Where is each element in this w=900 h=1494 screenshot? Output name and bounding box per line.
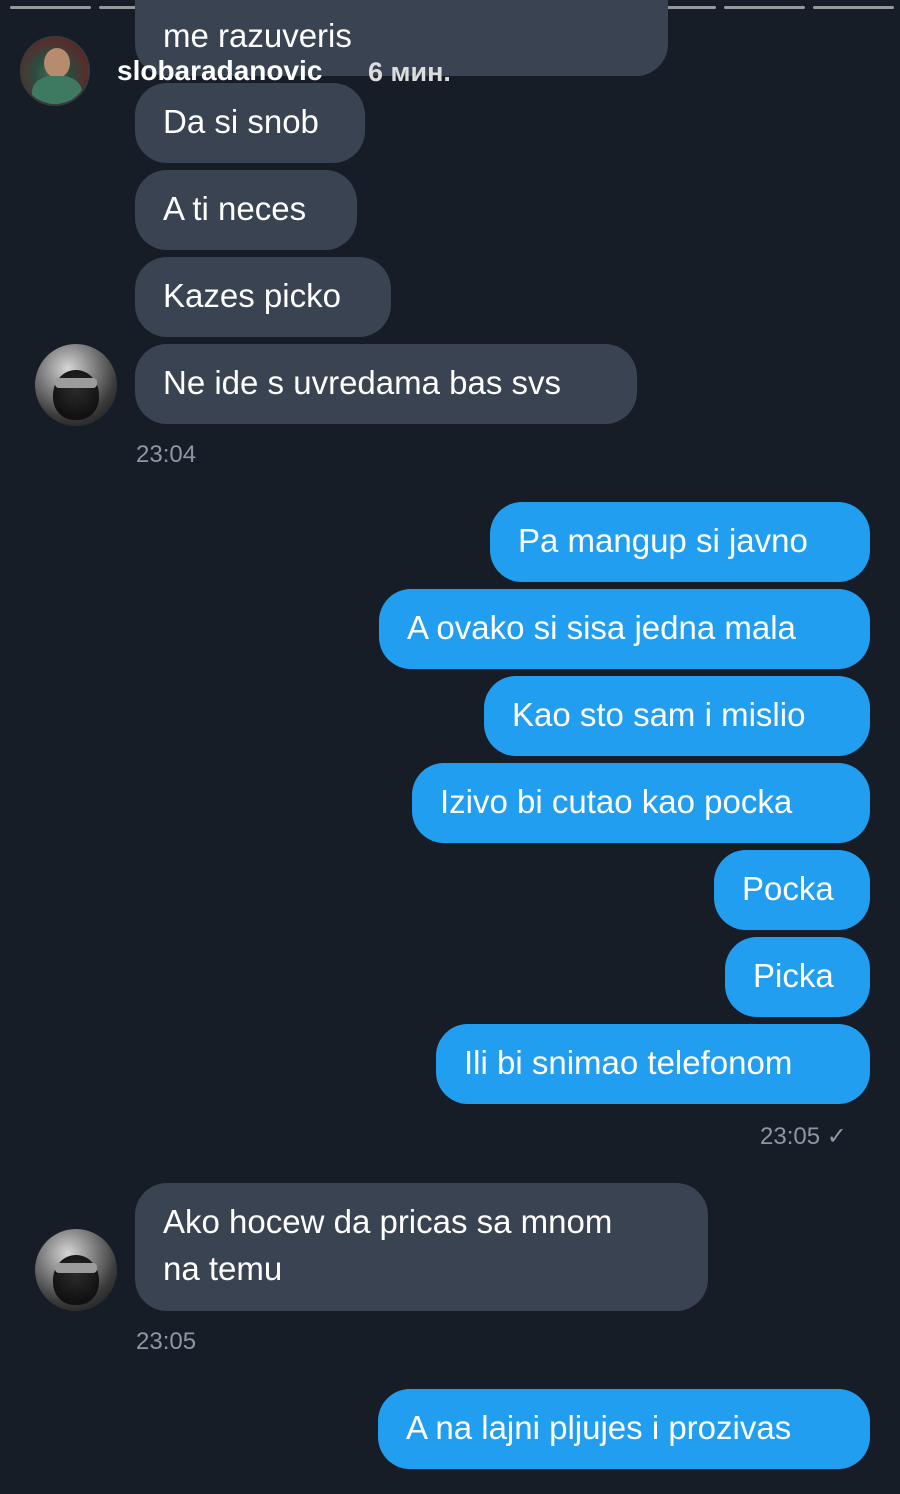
contact-avatar-icon[interactable] xyxy=(35,1229,117,1311)
timestamp-text: 23:05 xyxy=(760,1123,821,1150)
message-incoming[interactable]: Da si snob xyxy=(135,83,365,163)
message-outgoing[interactable]: Kao sto sam i mislio xyxy=(484,676,870,756)
message-text: me razuveris xyxy=(163,17,352,54)
message-text: A ti neces xyxy=(163,190,307,227)
message-incoming[interactable]: A ti neces xyxy=(135,170,357,250)
message-outgoing[interactable]: A na lajni pljujes i prozivas xyxy=(378,1389,870,1469)
message-text-line: Ako hocew da pricas sa mnom xyxy=(163,1203,613,1240)
message-timestamp: 23:05 xyxy=(136,1328,197,1355)
message-incoming[interactable]: Ne ide s uvredama bas svs xyxy=(135,344,637,424)
message-outgoing[interactable]: Picka xyxy=(725,937,870,1017)
message-text: Pocka xyxy=(742,870,834,907)
message-incoming[interactable]: Kazes picko xyxy=(135,257,391,337)
message-outgoing[interactable]: Pa mangup si javno xyxy=(490,502,870,582)
message-text: Picka xyxy=(753,957,834,994)
message-incoming[interactable]: Ako hocew da pricas sa mnom na temu xyxy=(135,1183,708,1311)
message-text: Da si snob xyxy=(163,103,319,140)
check-icon: ✓ xyxy=(826,1123,847,1150)
message-text: Pa mangup si javno xyxy=(518,522,808,559)
message-outgoing[interactable]: Pocka xyxy=(714,850,870,930)
contact-avatar-icon[interactable] xyxy=(35,344,117,426)
message-outgoing[interactable]: A ovako si sisa jedna mala xyxy=(379,589,870,669)
message-text: Izivo bi cutao kao pocka xyxy=(440,783,793,820)
progress-segment xyxy=(812,6,895,9)
progress-segment xyxy=(10,6,92,9)
message-outgoing[interactable]: Ili bi snimao telefonom xyxy=(436,1024,870,1104)
message-text-line: na temu xyxy=(163,1250,283,1287)
message-text: A na lajni pljujes i prozivas xyxy=(406,1409,792,1446)
message-timestamp: 23:04 xyxy=(136,441,197,468)
message-text: A ovako si sisa jedna mala xyxy=(407,609,796,646)
message-outgoing[interactable]: Izivo bi cutao kao pocka xyxy=(412,763,870,843)
message-text: Ne ide s uvredama bas svs xyxy=(163,364,562,401)
message-timestamp: 23:05 ✓ xyxy=(760,1122,847,1151)
progress-segment xyxy=(723,6,805,9)
message-text: Kao sto sam i mislio xyxy=(512,696,806,733)
user-avatar-icon[interactable] xyxy=(20,36,90,106)
story-time-ago: 6 мин. xyxy=(368,57,451,87)
message-text: Kazes picko xyxy=(163,277,341,314)
message-text: Ili bi snimao telefonom xyxy=(464,1044,793,1081)
